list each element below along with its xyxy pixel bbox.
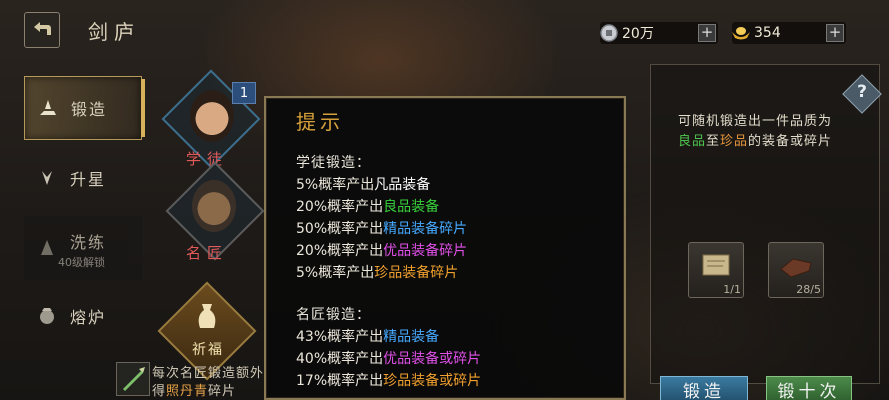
anvil-icon (25, 97, 71, 119)
master-rate-line: 40%概率产出优品装备或碎片 (296, 348, 481, 368)
bonus-info-line1: 每次名匠锻造额外 (152, 366, 264, 381)
forge-desc-line2: 良品至珍品的装备或碎片 (660, 130, 850, 149)
back-arrow-icon (34, 22, 51, 35)
scroll-icon (702, 254, 730, 276)
rate-prefix: 20%概率产出 (296, 243, 384, 259)
apprentice-portrait (190, 90, 234, 142)
forge-desc-line1: 可随机锻造出一件品质为 (677, 114, 832, 129)
material-slot-scroll[interactable]: 1/1 (688, 242, 744, 298)
apprentice-rate-line: 50%概率产出精品装备碎片 (296, 218, 467, 238)
desc-to: 至 (705, 134, 720, 149)
apprentice-rate-line: 20%概率产出良品装备 (296, 196, 439, 216)
rate-item: 精品装备碎片 (383, 221, 468, 237)
forge-button[interactable]: 锻造 (660, 376, 748, 400)
rate-prefix: 50%概率产出 (296, 221, 384, 237)
apprentice-rate-line: 5%概率产出凡品装备 (296, 174, 430, 194)
master-rate-line: 43%概率产出精品装备 (296, 326, 439, 346)
bonus-info-line2: 得照丹青碎片 (152, 380, 264, 399)
bonus-info-item: 照丹青 (166, 384, 209, 399)
gold-currency: 354 + (732, 22, 846, 44)
rate-item: 精品装备 (383, 329, 440, 345)
rate-prefix: 5%概率产出 (296, 265, 375, 281)
refine-lock-note: 40级解锁 (58, 256, 105, 269)
menu-refine-label: 洗练 (70, 233, 107, 252)
rate-item: 珍品装备碎片 (374, 265, 459, 281)
master-name: 名匠 (186, 244, 229, 262)
vase-icon (194, 302, 220, 338)
page-title: 剑庐 (88, 20, 140, 44)
rate-prefix: 20%概率产出 (296, 199, 384, 215)
menu-star[interactable]: 升星 (24, 146, 142, 210)
rate-prefix: 40%概率产出 (296, 351, 384, 367)
add-silver-button[interactable]: + (698, 24, 716, 42)
apprentice-rate-line: 5%概率产出珍品装备碎片 (296, 262, 458, 282)
furnace-icon (24, 305, 70, 327)
rate-item: 优品装备碎片 (383, 243, 468, 259)
apprentice-name: 学徒 (186, 150, 229, 168)
forge-ten-button[interactable]: 锻十次 (766, 376, 852, 400)
silver-coin-icon (598, 22, 620, 44)
apprentice-rate-line: 20%概率产出优品装备碎片 (296, 240, 467, 260)
help-icon: ? (857, 82, 867, 102)
desc-good-quality: 良品 (677, 134, 706, 149)
gold-ingot-icon (730, 22, 752, 44)
iron-ingot-icon (780, 258, 812, 278)
apprentice-forge-title: 学徒锻造： (296, 155, 371, 171)
add-gold-button[interactable]: + (826, 24, 844, 42)
rate-prefix: 5%概率产出 (296, 177, 375, 193)
material-count-scroll: 1/1 (723, 283, 741, 296)
silver-currency: 20万 + (600, 22, 718, 44)
menu-forge-label: 锻造 (71, 100, 108, 119)
material-count-ingot: 28/5 (796, 283, 821, 296)
desc-rare-quality: 珍品 (720, 134, 749, 149)
rate-prefix: 43%概率产出 (296, 329, 384, 345)
bonus-info-prefix: 得 (152, 384, 167, 399)
gold-amount: 354 (754, 25, 781, 41)
rate-item: 珍品装备或碎片 (383, 373, 482, 389)
rate-item: 优品装备或碎片 (383, 351, 482, 367)
master-rate-line: 17%概率产出珍品装备或碎片 (296, 370, 481, 390)
apprentice-count-badge: 1 (232, 82, 256, 104)
star-up-icon (24, 167, 70, 189)
menu-refine[interactable]: 洗练 40级解锁 (24, 216, 142, 280)
menu-furnace[interactable]: 熔炉 (24, 284, 142, 348)
master-portrait (192, 180, 236, 232)
rate-prefix: 17%概率产出 (296, 373, 384, 389)
popup-title: 提示 (296, 110, 344, 134)
rate-item: 良品装备 (383, 199, 440, 215)
sword-icon (116, 362, 150, 396)
pray-label: 祈福 (192, 342, 224, 358)
menu-furnace-label: 熔炉 (70, 308, 107, 327)
menu-forge[interactable]: 锻造 (24, 76, 145, 140)
bonus-info-suffix: 碎片 (208, 384, 237, 399)
silver-amount: 20万 (622, 26, 654, 42)
menu-star-label: 升星 (70, 170, 107, 189)
material-slot-ingot[interactable]: 28/5 (768, 242, 824, 298)
desc-tail: 的装备或碎片 (748, 134, 833, 149)
back-button[interactable] (24, 12, 60, 48)
rate-item: 凡品装备 (374, 177, 431, 193)
master-forge-title: 名匠锻造： (296, 307, 371, 323)
